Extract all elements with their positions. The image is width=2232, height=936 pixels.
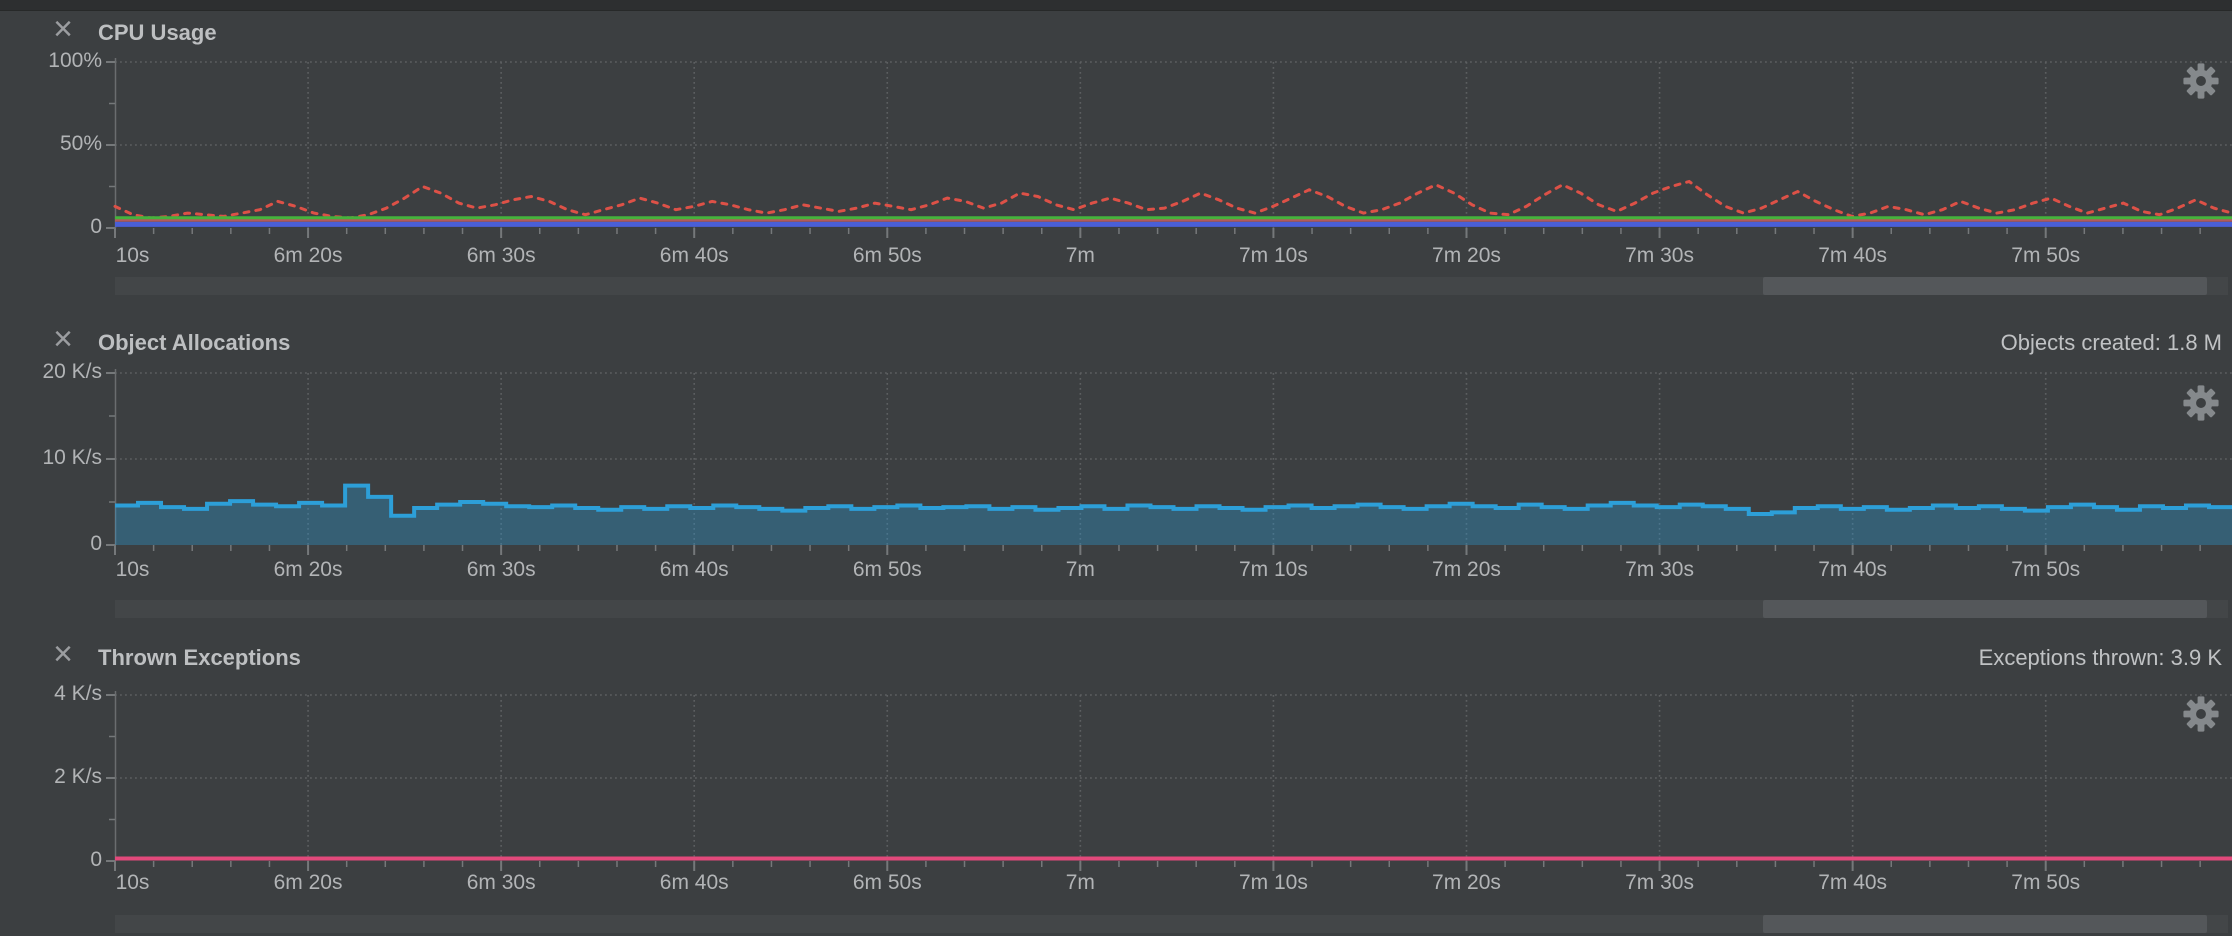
thrown-exceptions-chart [115, 695, 2232, 861]
x-axis-label: 6m 10s [115, 558, 149, 582]
cpu-usage-chart [115, 62, 2232, 228]
scrollbar-thumb[interactable] [1763, 600, 2207, 618]
scrollbar-thumb[interactable] [1763, 915, 2207, 933]
y-axis-label: 0 [0, 532, 102, 556]
object-allocations-chart [115, 373, 2232, 545]
objects-created-stat: Objects created: 1.8 M [2001, 330, 2222, 356]
x-axis-label: 6m 20s [274, 558, 343, 582]
x-axis-label: 7m 40s [1818, 558, 1887, 582]
close-icon[interactable]: × [46, 324, 80, 358]
x-axis-label: 7m [1066, 558, 1095, 582]
exceptions-thrown-stat: Exceptions thrown: 3.9 K [1979, 645, 2222, 671]
x-axis-label: 7m 30s [1625, 244, 1694, 268]
settings-gear-icon[interactable] [2182, 384, 2220, 422]
x-axis-label: 7m [1066, 871, 1095, 895]
y-axis-label: 0 [0, 215, 102, 239]
x-axis-label: 6m 50s [853, 558, 922, 582]
x-axis-label: 6m 20s [274, 871, 343, 895]
x-axis-label: 7m 30s [1625, 558, 1694, 582]
x-axis-label: 7m 50s [2011, 244, 2080, 268]
settings-gear-icon[interactable] [2182, 62, 2220, 100]
x-axis-label: 7m 40s [1818, 871, 1887, 895]
y-axis-label: 0 [0, 848, 102, 872]
x-axis-label: 6m 40s [660, 871, 729, 895]
x-axis-label: 7m 40s [1818, 244, 1887, 268]
x-axis-label: 7m 10s [1239, 244, 1308, 268]
thrown-exceptions-panel: × Thrown Exceptions Exceptions thrown: 3… [0, 621, 2232, 936]
x-axis-label: 6m 30s [467, 558, 536, 582]
panel-title: Object Allocations [98, 330, 290, 356]
horizontal-scrollbar[interactable] [115, 600, 2228, 618]
time-axis: 6m 10s 6m 20s 6m 30s 6m 40s 6m 50s 7m 7m 10s 7m… [115, 871, 2232, 901]
time-axis: 6m 10s 6m 20s 6m 30s 6m 40s 6m 50s 7m 7m 10s 7m… [115, 244, 2232, 274]
y-axis-label: 4 K/s [0, 682, 102, 706]
x-axis-label: 6m 40s [660, 558, 729, 582]
x-axis-label: 6m 30s [467, 244, 536, 268]
time-axis: 6m 10s 6m 20s 6m 30s 6m 40s 6m 50s 7m 7m 10s 7m… [115, 558, 2232, 588]
close-icon[interactable]: × [46, 639, 80, 673]
x-axis-label: 7m 50s [2011, 871, 2080, 895]
scrollbar-thumb[interactable] [1763, 277, 2207, 295]
x-axis-label: 7m 50s [2011, 558, 2080, 582]
y-axis-label: 2 K/s [0, 765, 102, 789]
x-axis-label: 6m 50s [853, 871, 922, 895]
panel-title: Thrown Exceptions [98, 645, 301, 671]
horizontal-scrollbar[interactable] [115, 915, 2228, 933]
x-axis-label: 7m [1066, 244, 1095, 268]
x-axis-label: 6m 20s [274, 244, 343, 268]
y-axis-label: 100% [0, 49, 102, 73]
horizontal-scrollbar[interactable] [115, 277, 2228, 295]
y-axis-label: 20 K/s [0, 360, 102, 384]
x-axis-label: 6m 40s [660, 244, 729, 268]
cpu-usage-panel: × CPU Usage 6m 10s 6m 20s 6m 30s 6m 40s 6m 5… [0, 10, 2232, 306]
y-axis-label: 50% [0, 132, 102, 156]
x-axis-label: 7m 10s [1239, 558, 1308, 582]
y-axis-label: 10 K/s [0, 446, 102, 470]
close-icon[interactable]: × [46, 14, 80, 48]
x-axis-label: 6m 30s [467, 871, 536, 895]
panel-title: CPU Usage [98, 20, 217, 46]
x-axis-label: 7m 20s [1432, 871, 1501, 895]
x-axis-label: 7m 20s [1432, 244, 1501, 268]
x-axis-label: 7m 20s [1432, 558, 1501, 582]
settings-gear-icon[interactable] [2182, 695, 2220, 733]
x-axis-label: 6m 10s [115, 871, 149, 895]
x-axis-label: 6m 50s [853, 244, 922, 268]
object-allocations-panel: × Object Allocations Objects created: 1.… [0, 306, 2232, 621]
x-axis-label: 6m 10s [115, 244, 149, 268]
x-axis-label: 7m 10s [1239, 871, 1308, 895]
x-axis-label: 7m 30s [1625, 871, 1694, 895]
profiler-monitor-view: × CPU Usage 6m 10s 6m 20s 6m 30s 6m 40s 6m 5… [0, 0, 2232, 936]
